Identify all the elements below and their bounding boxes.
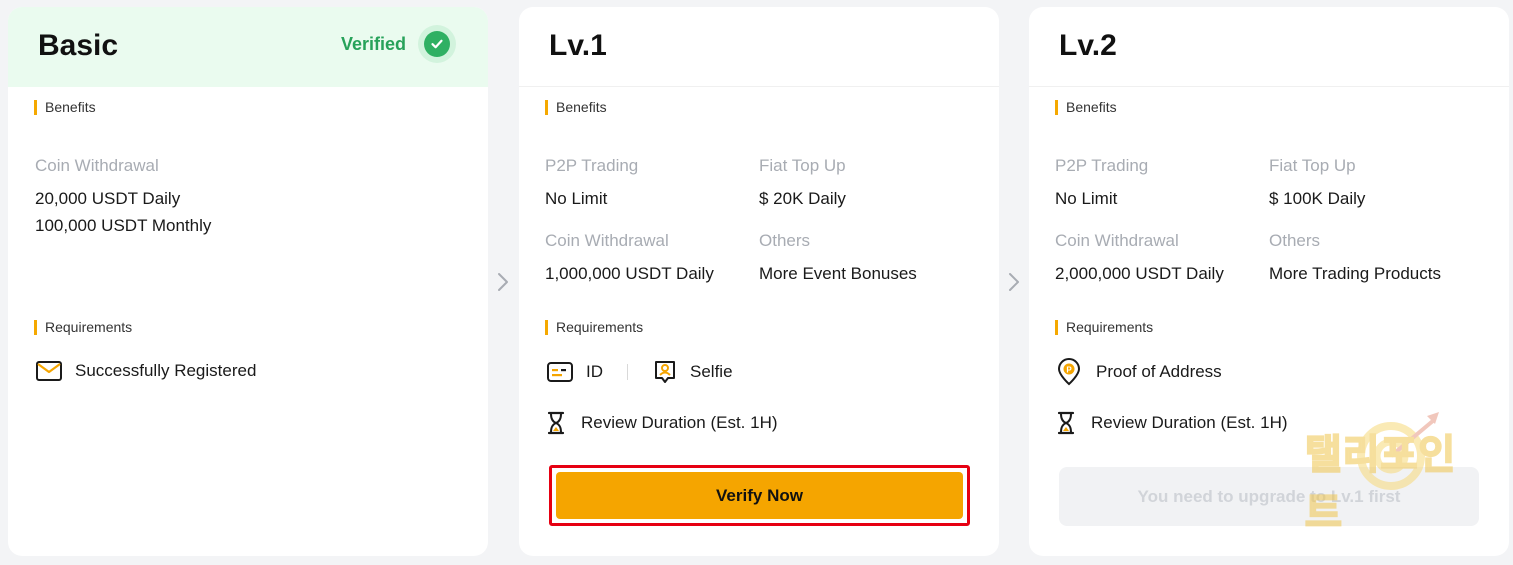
benefits-label: Benefits bbox=[1055, 100, 1117, 115]
upgrade-required-button[interactable]: You need to upgrade to Lv.1 first bbox=[1059, 467, 1479, 526]
benefit-label: Others bbox=[759, 231, 811, 250]
benefit-label: P2P Trading bbox=[545, 156, 639, 175]
basic-card-header: Basic Verified bbox=[8, 7, 488, 87]
benefits-label: Benefits bbox=[545, 100, 607, 115]
benefit-value: 1,000,000 USDT Daily bbox=[545, 264, 714, 283]
svg-text:P: P bbox=[1066, 366, 1072, 375]
verify-now-button[interactable]: Verify Now bbox=[556, 472, 963, 519]
lv1-card-header: Lv.1 bbox=[519, 7, 999, 87]
hourglass-icon bbox=[1056, 411, 1076, 435]
benefits-label: Benefits bbox=[34, 100, 96, 115]
check-circle-icon bbox=[418, 25, 456, 63]
lv2-card-title: Lv.2 bbox=[1059, 29, 1117, 62]
id-card-icon bbox=[546, 360, 574, 384]
requirements-label: Requirements bbox=[1055, 320, 1153, 335]
envelope-icon bbox=[35, 360, 63, 382]
verified-status: Verified bbox=[341, 25, 456, 63]
requirement-item: P Proof of Address bbox=[1056, 358, 1222, 386]
basic-card-title: Basic bbox=[38, 29, 119, 62]
hourglass-icon bbox=[546, 411, 566, 435]
benefit-value: 20,000 USDT Daily bbox=[35, 189, 181, 208]
requirements-label: Requirements bbox=[545, 320, 643, 335]
lv2-card-header: Lv.2 bbox=[1029, 7, 1509, 87]
requirement-item: Successfully Registered bbox=[35, 360, 256, 382]
lv1-card-title: Lv.1 bbox=[549, 29, 607, 62]
benefit-value: 2,000,000 USDT Daily bbox=[1055, 264, 1224, 283]
benefit-label: P2P Trading bbox=[1055, 156, 1149, 175]
lv1-level-card: Lv.1 Benefits P2P Trading No Limit Fiat … bbox=[519, 7, 999, 556]
location-pin-icon: P bbox=[1056, 358, 1082, 386]
benefit-value: More Trading Products bbox=[1269, 264, 1441, 283]
chevron-right-icon bbox=[1007, 271, 1021, 293]
benefit-value: No Limit bbox=[1055, 189, 1118, 208]
benefit-label: Coin Withdrawal bbox=[1055, 231, 1179, 250]
review-duration-text: Review Duration (Est. 1H) bbox=[1091, 413, 1288, 432]
review-duration: Review Duration (Est. 1H) bbox=[546, 411, 778, 435]
requirement-text: Proof of Address bbox=[1096, 362, 1222, 381]
benefit-label: Fiat Top Up bbox=[1269, 156, 1356, 175]
benefit-label: Fiat Top Up bbox=[759, 156, 846, 175]
requirement-text: Selfie bbox=[690, 362, 733, 381]
verification-levels: Basic Verified Benefits Coin Withdrawal … bbox=[0, 0, 1513, 565]
benefit-value: No Limit bbox=[545, 189, 608, 208]
chevron-right-icon bbox=[496, 271, 510, 293]
review-duration-text: Review Duration (Est. 1H) bbox=[581, 413, 778, 432]
selfie-icon bbox=[652, 359, 678, 385]
requirements-row: ID Selfie bbox=[546, 359, 733, 385]
review-duration: Review Duration (Est. 1H) bbox=[1056, 411, 1288, 435]
benefit-value: More Event Bonuses bbox=[759, 264, 917, 283]
benefit-value: 100,000 USDT Monthly bbox=[35, 216, 212, 235]
requirements-label: Requirements bbox=[34, 320, 132, 335]
divider bbox=[627, 364, 628, 380]
benefit-label: Coin Withdrawal bbox=[545, 231, 669, 250]
benefit-label: Coin Withdrawal bbox=[35, 156, 159, 175]
requirement-text: ID bbox=[586, 362, 603, 381]
requirement-text: Successfully Registered bbox=[75, 361, 257, 380]
lv2-level-card: Lv.2 Benefits P2P Trading No Limit Fiat … bbox=[1029, 7, 1509, 556]
benefit-value: $ 100K Daily bbox=[1269, 189, 1366, 208]
benefit-value: $ 20K Daily bbox=[759, 189, 846, 208]
benefit-label: Others bbox=[1269, 231, 1321, 250]
verified-label: Verified bbox=[340, 33, 406, 54]
basic-level-card: Basic Verified Benefits Coin Withdrawal … bbox=[8, 7, 488, 556]
